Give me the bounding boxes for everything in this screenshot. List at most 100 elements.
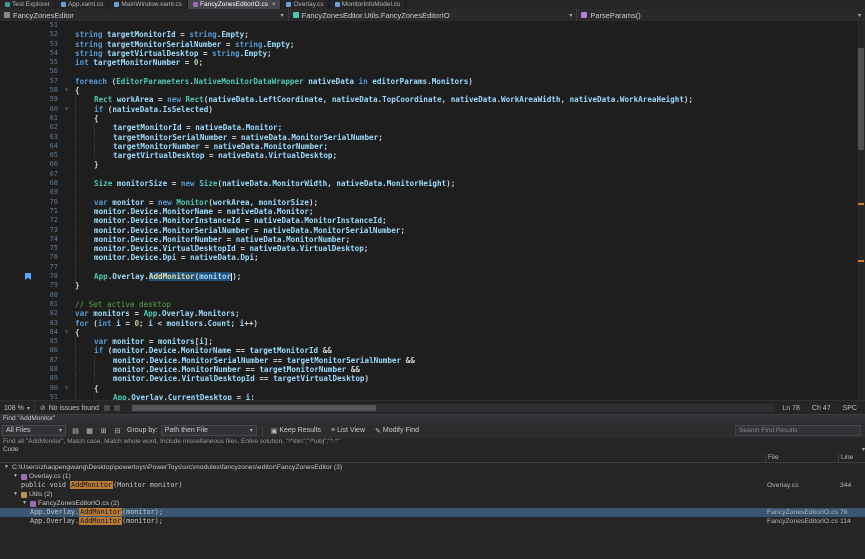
fold-collapse-icon[interactable]: ∨ <box>58 105 75 114</box>
code-text[interactable] <box>75 291 865 300</box>
tab-app-xaml-cs[interactable]: App.xaml.cs <box>56 0 109 9</box>
scope-dropdown[interactable]: All Files ▾ <box>2 425 66 436</box>
breakpoint-margin[interactable] <box>0 365 34 374</box>
breakpoint-margin[interactable] <box>0 393 34 400</box>
breakpoint-margin[interactable] <box>0 77 34 86</box>
code-text[interactable] <box>75 21 865 30</box>
code-text[interactable]: } <box>75 281 865 290</box>
code-text[interactable]: monitor.Device.Dpi = nativeData.Dpi; <box>75 253 865 262</box>
close-icon[interactable]: × <box>272 2 276 8</box>
code-text[interactable]: string targetMonitorId = string.Empty; <box>75 30 865 39</box>
settings-icon[interactable] <box>114 405 120 411</box>
tab-fancyzoneseditorio-cs[interactable]: FancyZonesEditorIO.cs× <box>188 0 281 9</box>
line-column-header[interactable]: Line <box>838 454 865 462</box>
breakpoint-margin[interactable] <box>0 142 34 151</box>
breakpoint-margin[interactable] <box>0 226 34 235</box>
group-by-dropdown[interactable]: Path then File ▾ <box>161 425 257 436</box>
breakpoint-margin[interactable] <box>0 58 34 67</box>
code-text[interactable]: monitor.Device.MonitorNumber == targetMo… <box>75 365 865 374</box>
fold-collapse-icon[interactable]: ∨ <box>58 384 75 393</box>
result-row[interactable]: ▾Overlay.cs (1) <box>0 472 865 481</box>
breakpoint-margin[interactable] <box>0 133 34 142</box>
result-row[interactable]: public void AddMonitor(Monitor monitor)O… <box>0 481 865 490</box>
breakpoint-margin[interactable] <box>0 160 34 169</box>
expander-icon[interactable]: ▾ <box>3 463 10 472</box>
breakpoint-margin[interactable] <box>0 67 34 76</box>
breakpoint-margin[interactable] <box>0 30 34 39</box>
tab-overlay-cs[interactable]: Overlay.cs <box>281 0 329 9</box>
breakpoint-margin[interactable] <box>0 179 34 188</box>
breakpoint-margin[interactable] <box>0 309 34 318</box>
code-text[interactable]: targetVirtualDesktop = nativeData.Virtua… <box>75 151 865 160</box>
code-text[interactable]: monitor.Device.MonitorSerialNumber == ta… <box>75 356 865 365</box>
code-text[interactable]: } <box>75 160 865 169</box>
breakpoint-margin[interactable] <box>0 291 34 300</box>
breakpoint-margin[interactable] <box>0 384 34 393</box>
expander-icon[interactable]: ▾ <box>21 499 28 508</box>
breakpoint-margin[interactable] <box>0 198 34 207</box>
breakpoint-margin[interactable] <box>0 244 34 253</box>
copy-results-icon[interactable]: ▤ <box>69 425 82 436</box>
expander-icon[interactable]: ▾ <box>12 472 19 481</box>
editor-horizontal-scrollbar[interactable] <box>132 404 774 412</box>
breakpoint-margin[interactable] <box>0 21 34 30</box>
type-dropdown[interactable]: FancyZonesEditor.Utils.FancyZonesEditorI… <box>289 9 578 21</box>
horizontal-scrollbar-thumb[interactable] <box>132 405 376 411</box>
breakpoint-margin[interactable] <box>0 86 34 95</box>
breakpoint-margin[interactable] <box>0 151 34 160</box>
code-text[interactable]: { <box>75 328 865 337</box>
code-text[interactable]: if (monitor.Device.MonitorName == target… <box>75 346 865 355</box>
code-text[interactable] <box>75 67 865 76</box>
zoom-control[interactable]: 108 % ▾ <box>0 401 35 415</box>
breakpoint-margin[interactable] <box>0 328 34 337</box>
breakpoint-margin[interactable] <box>0 374 34 383</box>
result-row[interactable]: ▾C:\Users\zhaopengwang\Desktop\powertoys… <box>0 463 865 472</box>
member-dropdown[interactable]: ParseParams() ▾ <box>577 9 865 21</box>
fold-collapse-icon[interactable]: ∨ <box>58 86 75 95</box>
code-text[interactable]: string targetVirtualDesktop = string.Emp… <box>75 49 865 58</box>
code-text[interactable] <box>75 170 865 179</box>
tab-test-explorer[interactable]: Test Explorer <box>0 0 56 9</box>
code-text[interactable]: int targetMonitorNumber = 0; <box>75 58 865 67</box>
tab-monitorinfomodel-cs[interactable]: MonitorInfoModel.cs <box>330 0 407 9</box>
code-cleanup-icon[interactable] <box>104 405 110 411</box>
code-text[interactable]: targetMonitorNumber = nativeData.Monitor… <box>75 142 865 151</box>
result-row[interactable]: App.Overlay.AddMonitor(monitor);FancyZon… <box>0 508 865 517</box>
breakpoint-margin[interactable] <box>0 188 34 197</box>
project-dropdown[interactable]: FancyZonesEditor ▾ <box>0 9 289 21</box>
result-row[interactable]: ▾FancyZonesEditorIO.cs (2) <box>0 499 865 508</box>
breakpoint-margin[interactable] <box>0 40 34 49</box>
document-health-indicator[interactable]: ⊘ No issues found <box>35 401 104 415</box>
breakpoint-margin[interactable] <box>0 272 34 281</box>
code-text[interactable]: { <box>75 384 865 393</box>
breakpoint-margin[interactable] <box>0 105 34 114</box>
expander-icon[interactable]: ▾ <box>12 490 19 499</box>
breakpoint-margin[interactable] <box>0 300 34 309</box>
code-text[interactable]: App.Overlay.CurrentDesktop = i; <box>75 393 865 400</box>
code-text[interactable]: monitor.Device.MonitorName = nativeData.… <box>75 207 865 216</box>
breakpoint-margin[interactable] <box>0 356 34 365</box>
breakpoint-margin[interactable] <box>0 281 34 290</box>
code-text[interactable] <box>75 188 865 197</box>
code-text[interactable]: targetMonitorSerialNumber = nativeData.M… <box>75 133 865 142</box>
modify-find-button[interactable]: ✎Modify Find <box>372 425 422 436</box>
code-text[interactable] <box>75 263 865 272</box>
breakpoint-margin[interactable] <box>0 337 34 346</box>
collapse-all-icon[interactable]: ⊟ <box>111 425 124 436</box>
breakpoint-margin[interactable] <box>0 263 34 272</box>
file-column-header[interactable]: File <box>765 454 838 462</box>
breakpoint-margin[interactable] <box>0 49 34 58</box>
code-text[interactable]: var monitor = new Monitor(workArea, moni… <box>75 198 865 207</box>
select-all-icon[interactable]: ▦ <box>83 425 96 436</box>
code-text[interactable]: monitor.Device.VirtualDesktopId = native… <box>75 244 865 253</box>
code-text[interactable]: monitor.Device.MonitorInstanceId = nativ… <box>75 216 865 225</box>
code-text[interactable]: var monitor = monitors[i]; <box>75 337 865 346</box>
search-find-results-input[interactable] <box>735 425 861 436</box>
editor-vertical-scrollbar[interactable] <box>856 21 865 400</box>
code-text[interactable]: { <box>75 86 865 95</box>
breakpoint-margin[interactable] <box>0 114 34 123</box>
code-text[interactable]: Rect workArea = new Rect(nativeData.Left… <box>75 95 865 104</box>
code-editor-surface[interactable]: 5152string targetMonitorId = string.Empt… <box>0 21 865 400</box>
fold-collapse-icon[interactable]: ∨ <box>58 328 75 337</box>
code-text[interactable]: var monitors = App.Overlay.Monitors; <box>75 309 865 318</box>
